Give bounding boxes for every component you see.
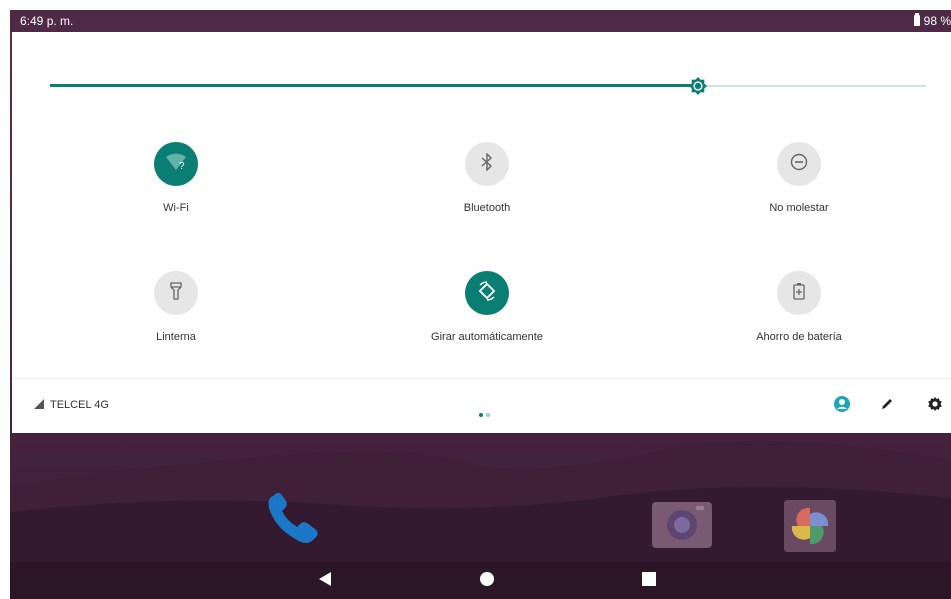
brightness-slider[interactable]: [50, 74, 926, 98]
tile-wifi[interactable]: ? Wi-Fi: [66, 142, 286, 232]
signal-icon: [34, 399, 44, 412]
home-icon: [479, 571, 495, 592]
tile-wifi-label: Wi-Fi: [163, 202, 189, 214]
tile-bluetooth[interactable]: Bluetooth: [377, 142, 597, 232]
wifi-question-icon: ?: [165, 153, 187, 176]
edit-button[interactable]: [876, 395, 898, 417]
tile-battery-saver-label: Ahorro de batería: [756, 331, 842, 343]
tile-battery-saver[interactable]: Ahorro de batería: [689, 271, 909, 361]
user-button[interactable]: [831, 395, 853, 417]
status-battery: 98 %: [913, 13, 951, 28]
page-indicator: [479, 404, 493, 422]
tile-auto-rotate[interactable]: Girar automáticamente: [377, 271, 597, 361]
brightness-fill: [50, 84, 698, 87]
camera-app-icon[interactable]: [652, 500, 712, 553]
tile-do-not-disturb[interactable]: No molestar: [689, 142, 909, 232]
settings-button[interactable]: [924, 395, 946, 417]
battery-icon: [913, 13, 920, 26]
tile-battery-saver-button[interactable]: [777, 271, 821, 315]
tile-flashlight-button[interactable]: [154, 271, 198, 315]
svg-text:?: ?: [179, 161, 185, 171]
home-screen: [10, 432, 951, 562]
recents-button[interactable]: [639, 571, 659, 591]
quick-settings-panel: ? Wi-Fi Bluetooth No molestar Linterna G…: [12, 32, 951, 433]
status-time: 6:49 p. m.: [20, 14, 74, 28]
quick-settings-footer: TELCEL 4G: [12, 378, 951, 433]
tile-do-not-disturb-button[interactable]: [777, 142, 821, 186]
tile-do-not-disturb-label: No molestar: [769, 202, 829, 214]
back-icon: [318, 571, 332, 592]
edit-icon: [879, 396, 895, 417]
auto-rotate-icon: [477, 280, 497, 306]
back-button[interactable]: [315, 571, 335, 591]
battery-percent: 98 %: [923, 14, 951, 28]
recents-icon: [642, 571, 656, 591]
navigation-bar: [10, 562, 951, 599]
tile-bluetooth-button[interactable]: [465, 142, 509, 186]
do-not-disturb-icon: [790, 153, 808, 176]
brightness-icon[interactable]: [688, 76, 708, 96]
home-button[interactable]: [477, 571, 497, 591]
user-icon: [833, 395, 851, 418]
page-dot: [486, 413, 490, 417]
status-bar: 6:49 p. m. 98 %: [10, 10, 951, 32]
device-screen: 6:49 p. m. 98 % ? Wi-Fi Bluetooth No mol…: [10, 10, 951, 599]
carrier-info: TELCEL 4G: [34, 399, 109, 412]
settings-icon: [927, 396, 943, 417]
tile-flashlight-label: Linterna: [156, 331, 196, 343]
battery-saver-icon: [793, 282, 805, 305]
bluetooth-icon: [480, 151, 494, 176]
tile-auto-rotate-label: Girar automáticamente: [431, 331, 543, 343]
photos-app-icon[interactable]: [784, 500, 836, 557]
carrier-label: TELCEL 4G: [50, 399, 109, 411]
tile-bluetooth-label: Bluetooth: [463, 202, 511, 214]
tile-auto-rotate-button[interactable]: [465, 271, 509, 315]
tile-wifi-button[interactable]: ?: [154, 142, 198, 186]
tile-flashlight[interactable]: Linterna: [66, 271, 286, 361]
page-dot-active: [479, 413, 483, 417]
phone-app-icon[interactable]: [263, 490, 323, 553]
flashlight-icon: [170, 281, 182, 305]
